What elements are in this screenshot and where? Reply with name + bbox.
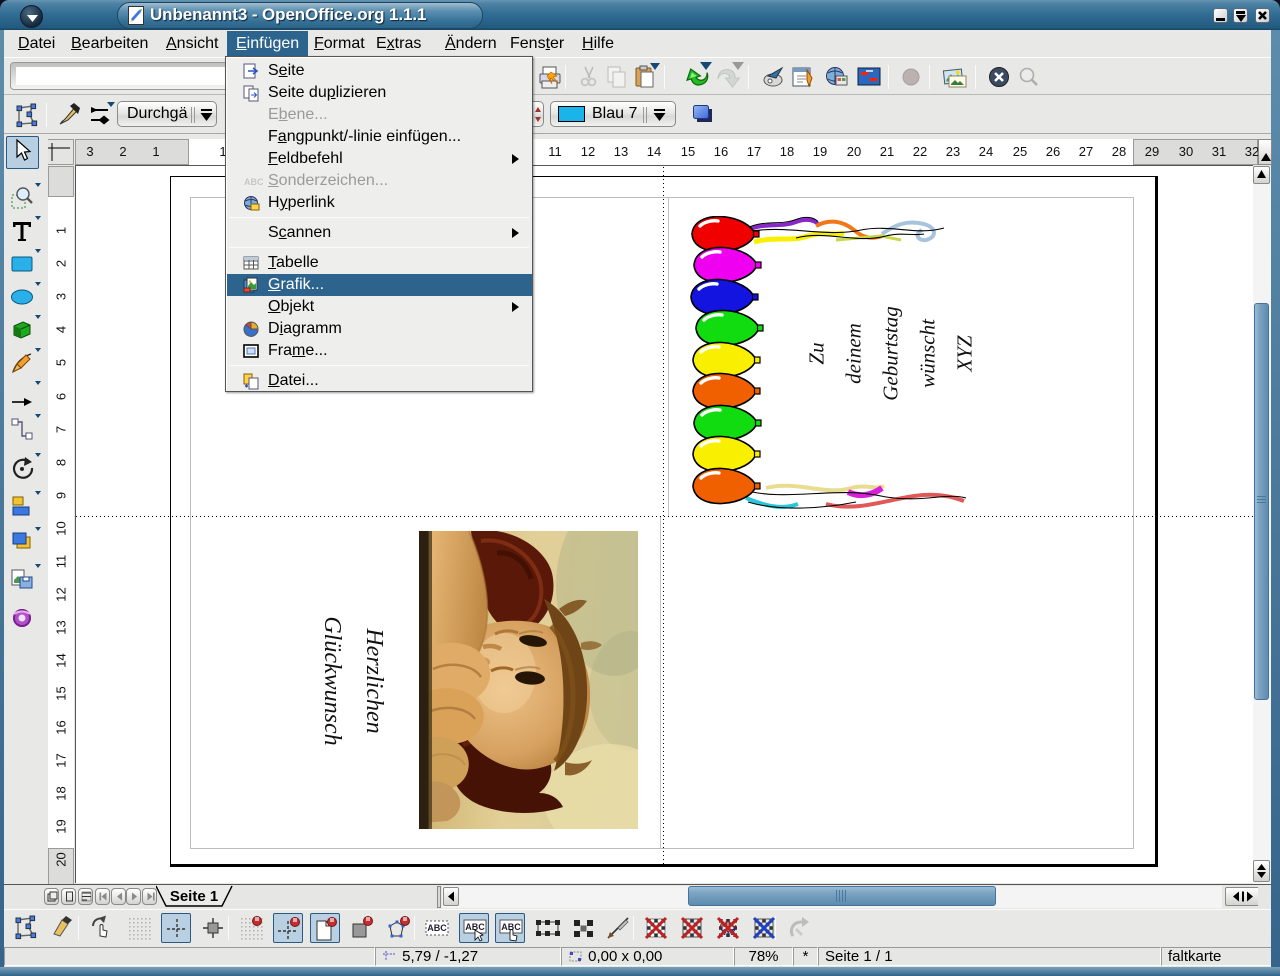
svg-text:ABC: ABC	[244, 177, 263, 187]
svg-text:ABC: ABC	[427, 923, 447, 933]
svg-text:Seite 1: Seite 1	[170, 888, 218, 905]
